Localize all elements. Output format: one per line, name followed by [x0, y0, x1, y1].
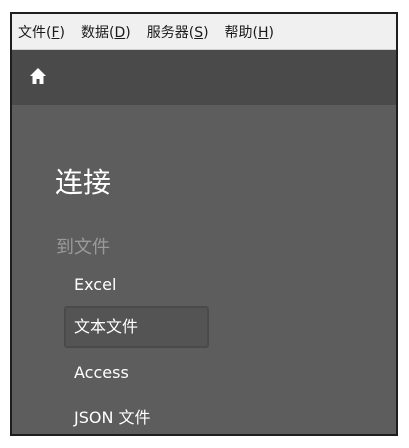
menu-file-mnemonic: F	[51, 24, 60, 41]
toolbar	[12, 50, 396, 105]
to-file-section-label: 到文件	[56, 237, 110, 258]
menu-data-close: )	[125, 24, 131, 41]
home-icon[interactable]	[28, 66, 48, 86]
connect-item-json-file[interactable]: JSON 文件	[64, 397, 209, 434]
menu-data[interactable]: 数据(D)	[81, 22, 131, 42]
menu-help[interactable]: 帮助(H)	[225, 22, 274, 42]
connect-panel: 连接 到文件 Excel 文本文件 Access JSON 文件	[12, 105, 396, 434]
menu-data-mnemonic: D	[114, 24, 126, 41]
menu-file-label: 文件(	[18, 24, 52, 41]
connect-item-excel[interactable]: Excel	[64, 264, 209, 306]
menu-server-close: )	[203, 24, 209, 41]
connect-title: 连接	[55, 166, 112, 199]
menu-server-label: 服务器(	[146, 24, 195, 41]
menu-data-label: 数据(	[81, 24, 115, 41]
menu-bar: 文件(F) 数据(D) 服务器(S) 帮助(H)	[12, 14, 396, 50]
menu-help-mnemonic: H	[258, 24, 269, 41]
connect-item-text-file[interactable]: 文本文件	[64, 306, 209, 348]
menu-file[interactable]: 文件(F)	[18, 22, 65, 42]
app-window: 文件(F) 数据(D) 服务器(S) 帮助(H) 连接 到文件 Excel 文本…	[10, 12, 398, 436]
menu-server-mnemonic: S	[194, 24, 204, 41]
connect-item-access[interactable]: Access	[64, 352, 209, 394]
menu-server[interactable]: 服务器(S)	[147, 22, 209, 42]
menu-help-close: )	[268, 24, 275, 41]
menu-help-label: 帮助(	[224, 24, 259, 41]
menu-file-close: )	[59, 24, 65, 41]
